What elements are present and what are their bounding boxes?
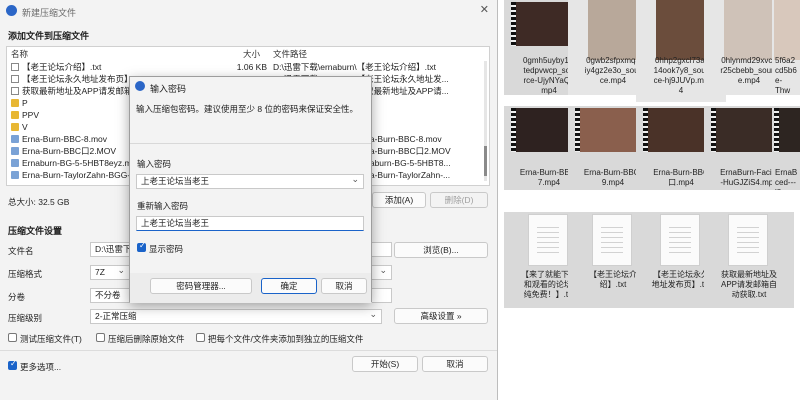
file-name: V <box>22 122 28 132</box>
text-file-icon <box>660 214 700 266</box>
file-name: Erna-Burn-TaylorZahn-BGG- <box>22 170 131 180</box>
scrollbar-thumb[interactable] <box>484 146 487 176</box>
show-password-label[interactable]: 显示密码 <box>149 243 183 255</box>
format-label: 压缩格式 <box>8 269 43 279</box>
dialog-title: 输入密码 <box>150 84 187 94</box>
dialog-titlebar: 输入密码 <box>130 77 371 97</box>
video-thumbnail <box>656 0 704 60</box>
file-path: D:\迅雷下载\ernaburn\【老王论坛介绍】.txt <box>273 62 436 72</box>
text-file-icon <box>528 214 568 266</box>
file-name: 获取最新地址及APP请发邮箱自 <box>22 86 142 96</box>
password-input[interactable]: 上老王论坛当老王 <box>136 174 364 189</box>
split-label: 分卷 <box>8 292 26 302</box>
close-icon[interactable]: ✕ <box>480 3 489 16</box>
split-field-tail[interactable] <box>372 288 392 303</box>
footer-divider <box>0 350 497 351</box>
filename-field-tail[interactable] <box>372 242 392 257</box>
test-archive-checkbox[interactable] <box>8 333 17 342</box>
separate-archive-label[interactable]: 把每个文件/文件夹添加到独立的压缩文件 <box>208 333 363 345</box>
file-name: Erna-Burn-BBC-8.mov <box>22 134 108 144</box>
level-select[interactable]: 2-正常压缩 <box>90 309 382 324</box>
password-dialog: 输入密码 输入压缩包密码。建议使用至少 8 位的密码来保证安全性。 输入密码 上… <box>129 76 372 303</box>
more-options-label[interactable]: 更多选项... <box>20 361 61 373</box>
app-logo-icon <box>135 81 145 91</box>
settings-section-title: 压缩文件设置 <box>8 226 63 236</box>
browse-button[interactable]: 浏览(B)... <box>394 242 488 258</box>
file-label: ErnaB ced--- l8e <box>775 168 798 190</box>
app-logo-icon <box>6 5 17 16</box>
total-size-text: 总大小: 32.5 GB <box>8 197 70 207</box>
video-file-icon <box>11 159 19 167</box>
filename-field[interactable]: D:\迅雷下 <box>90 242 130 257</box>
file-tile[interactable]: 获取最新地址及 APP请发邮箱自 动获取.txt <box>704 212 794 308</box>
show-password-checkbox[interactable] <box>137 241 146 252</box>
delete-after-checkbox[interactable] <box>96 333 105 342</box>
video-thumbnail <box>588 0 636 60</box>
folder-icon <box>11 99 19 107</box>
column-header-path[interactable]: 文件路径 <box>273 48 307 60</box>
dialog-cancel-button[interactable]: 取消 <box>321 278 367 294</box>
format-select[interactable]: 7Z <box>90 265 130 280</box>
advanced-settings-button[interactable]: 高级设置 » <box>394 308 488 324</box>
confirm-password-label: 重新输入密码 <box>137 201 189 211</box>
window-titlebar: 新建压缩文件 ✕ <box>0 0 497 22</box>
file-label: 5f6a2 cd5b6 e-Thw <box>775 56 797 95</box>
text-file-icon <box>728 214 768 266</box>
add-files-section-title: 添加文件到压缩文件 <box>8 31 90 41</box>
video-file-icon <box>11 171 19 179</box>
dialog-description: 输入压缩包密码。建议使用至少 8 位的密码来保证安全性。 <box>136 104 358 114</box>
cancel-button[interactable]: 取消 <box>422 356 488 372</box>
password-label: 输入密码 <box>137 159 172 169</box>
delete-after-label[interactable]: 压缩后删除原始文件 <box>108 333 185 345</box>
delete-button[interactable]: 删除(D) <box>430 192 488 208</box>
video-thumbnail <box>774 108 800 152</box>
more-options-checkbox[interactable] <box>8 359 17 370</box>
video-file-icon <box>11 147 19 155</box>
folder-icon <box>11 111 19 119</box>
folder-icon <box>11 123 19 131</box>
file-size: 1.06 KB <box>236 62 267 72</box>
text-file-icon <box>11 75 19 83</box>
text-file-icon <box>11 87 19 95</box>
confirm-password-input[interactable]: 上老王论坛当老王 <box>136 216 364 231</box>
ok-button[interactable]: 确定 <box>261 278 317 294</box>
dialog-divider <box>130 143 371 144</box>
format-select-tail[interactable] <box>372 265 392 280</box>
start-button[interactable]: 开始(S) <box>352 356 418 372</box>
file-name: 【老王论坛介绍】.txt <box>22 62 102 72</box>
password-manager-button[interactable]: 密码管理器... <box>150 278 252 294</box>
add-button[interactable]: 添加(A) <box>372 192 426 208</box>
video-thumbnail <box>724 0 772 60</box>
text-file-icon <box>11 63 19 71</box>
video-thumbnail <box>774 0 800 60</box>
text-file-icon <box>592 214 632 266</box>
file-name: P <box>22 98 28 108</box>
split-field[interactable]: 不分卷 <box>90 288 130 303</box>
file-name: 【老王论坛永久地址发布页】.t <box>22 74 138 84</box>
file-name: Ernaburn-BG-5-5HBT8eyz.m <box>22 158 132 168</box>
file-name: Erna-Burn-BBC口2.MOV <box>22 146 116 156</box>
list-scrollbar[interactable] <box>484 61 487 181</box>
level-label: 压缩级别 <box>8 313 43 323</box>
file-label: 获取最新地址及 APP请发邮箱自 动获取.txt <box>720 270 777 299</box>
column-header-size[interactable]: 大小 <box>243 48 260 60</box>
column-header-name[interactable]: 名称 <box>11 48 28 60</box>
test-archive-label[interactable]: 测试压缩文件(T) <box>20 333 82 345</box>
window-title: 新建压缩文件 <box>22 8 77 18</box>
file-name: PPV <box>22 110 40 120</box>
video-file-icon <box>11 135 19 143</box>
table-row[interactable]: 【老王论坛介绍】.txt 1.06 KB D:\迅雷下载\ernaburn\【老… <box>7 61 489 73</box>
filename-label: 文件名 <box>8 246 34 256</box>
file-tile[interactable]: ErnaB ced--- l8e <box>772 106 800 190</box>
file-tile[interactable]: 5f6a2 cd5b6 e-Thw <box>772 0 800 95</box>
separate-archive-checkbox[interactable] <box>196 333 205 342</box>
